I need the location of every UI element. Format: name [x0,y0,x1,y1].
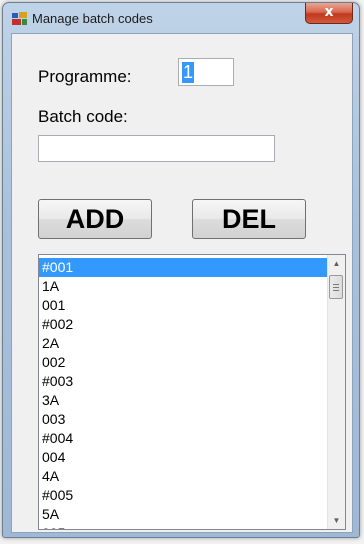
batch-code-list-items: #001 1A 001 #002 2A 002 #003 3A 003 #004 004 4A #005… [39,258,328,529]
app-icon [12,12,27,25]
list-item[interactable]: #005 [39,486,328,505]
batch-code-input[interactable] [38,135,275,162]
list-item[interactable]: 001 [39,296,328,315]
chevron-up-icon[interactable]: ▲ [328,255,345,272]
title-bar[interactable]: Manage batch codes x [3,3,359,33]
close-button[interactable]: x [305,3,353,24]
list-item[interactable]: 2A [39,334,328,353]
add-button[interactable]: ADD [38,199,152,239]
close-icon: x [324,4,334,20]
list-item[interactable]: 004 [39,448,328,467]
list-scrollbar[interactable]: ▲ ▼ [327,255,345,529]
scrollbar-thumb[interactable] [329,275,343,299]
list-item[interactable]: 003 [39,410,328,429]
list-item[interactable]: #003 [39,372,328,391]
list-item[interactable]: 002 [39,353,328,372]
list-item[interactable]: 1A [39,277,328,296]
batch-code-list[interactable]: #001 1A 001 #002 2A 002 #003 3A 003 #004 004 4A #005… [38,254,346,530]
list-item[interactable]: #004 [39,429,328,448]
list-item[interactable]: #002 [39,315,328,334]
dialog-body: Programme: 1 Batch code: ADD DEL #001 1A 0… [11,33,353,533]
delete-button[interactable]: DEL [192,199,306,239]
chevron-down-icon[interactable]: ▼ [328,512,345,529]
list-item[interactable]: #001 [39,258,328,277]
list-item[interactable]: 4A [39,467,328,486]
list-item[interactable]: 005 [39,524,328,529]
batch-code-label: Batch code: [38,107,128,126]
manage-batch-codes-window: Manage batch codes x Programme: 1 Batch … [2,2,360,538]
programme-label: Programme: [38,67,132,86]
list-item[interactable]: 5A [39,505,328,524]
window-title: Manage batch codes [32,11,153,26]
list-item[interactable]: 3A [39,391,328,410]
programme-value: 1 [182,62,195,83]
programme-input[interactable]: 1 [178,58,234,86]
